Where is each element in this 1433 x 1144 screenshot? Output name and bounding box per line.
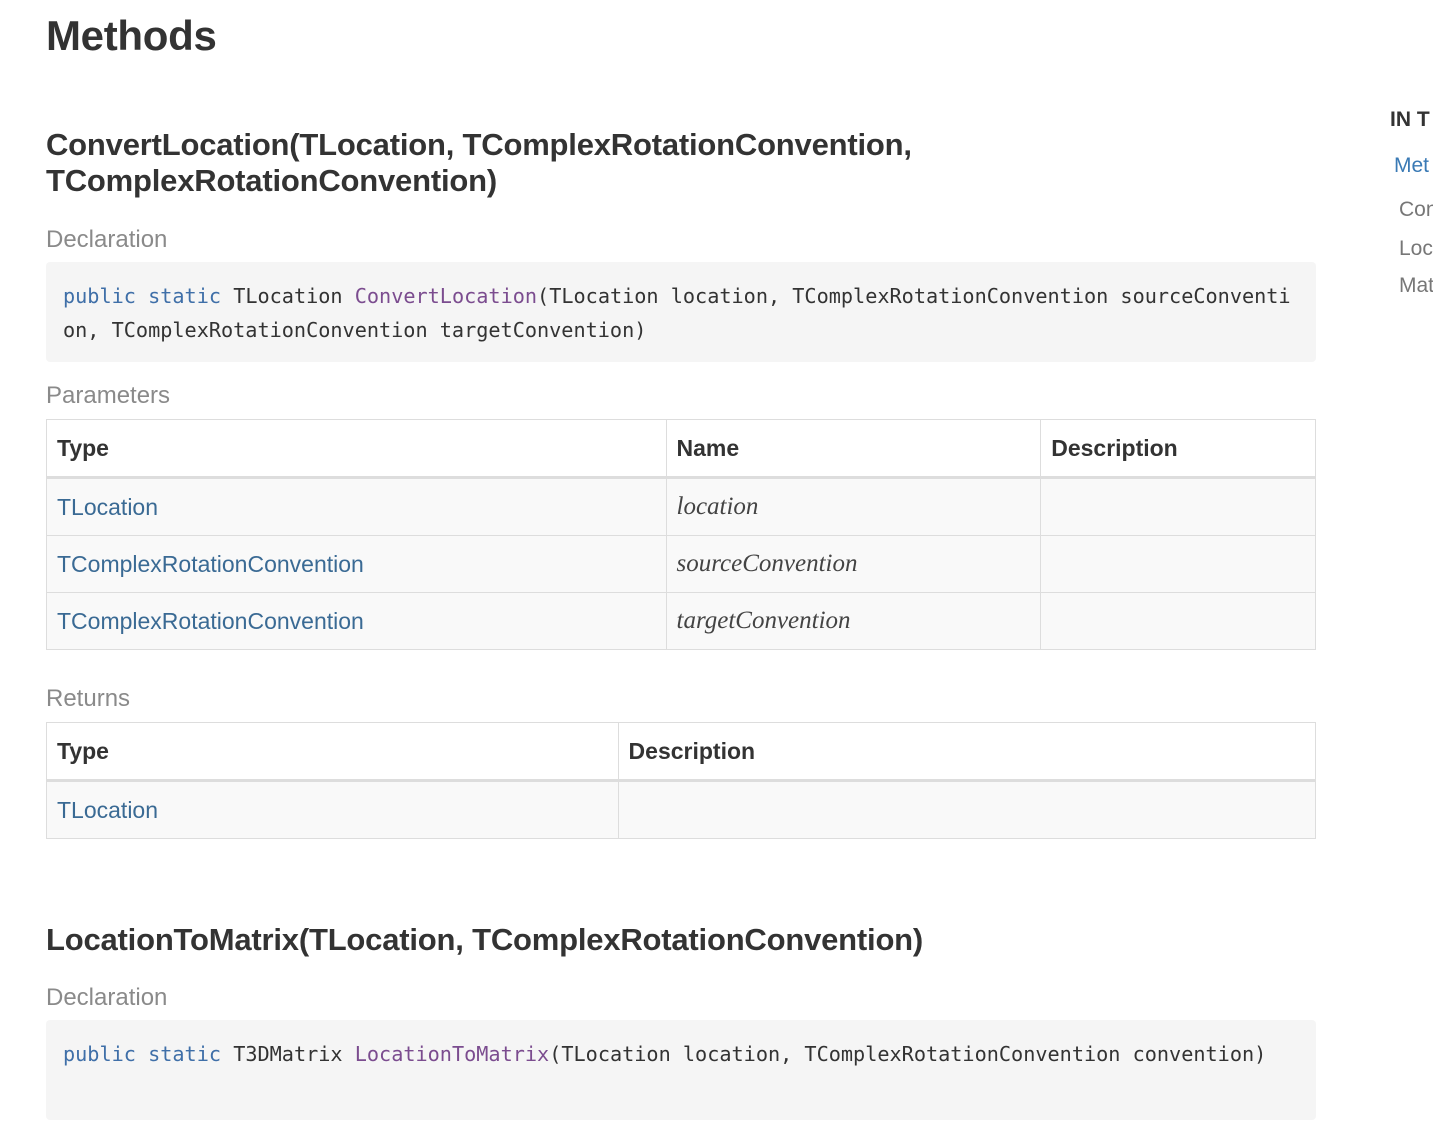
table-header-row: Type Name Description xyxy=(46,419,1316,479)
param-name-cell: location xyxy=(665,477,1042,536)
table-row: TComplexRotationConvention targetConvent… xyxy=(46,592,1316,650)
code-method-name: LocationToMatrix xyxy=(354,1042,550,1066)
toc-heading: IN T xyxy=(1390,108,1430,131)
page-title: Methods xyxy=(46,12,217,59)
toc-item-convertlocation[interactable]: Con xyxy=(1399,198,1433,222)
param-description-cell xyxy=(1040,535,1316,593)
code-method-name: ConvertLocation xyxy=(354,284,538,308)
return-type-cell: TLocation xyxy=(46,780,619,839)
code-declaration-locationtomatrix[interactable]: public static T3DMatrix LocationToMatrix… xyxy=(46,1020,1316,1120)
column-header-description: Description xyxy=(1040,419,1316,479)
code-arguments: (TLocation location, TComplexRotationCon… xyxy=(549,1042,1267,1066)
table-row: TLocation xyxy=(46,780,1317,839)
declaration-label: Declaration xyxy=(46,984,168,1011)
table-row: TComplexRotationConvention sourceConvent… xyxy=(46,535,1316,593)
type-link[interactable]: TComplexRotationConvention xyxy=(57,608,364,634)
parameters-table: Type Name Description TLocation location… xyxy=(46,419,1316,650)
method-title-convertlocation: ConvertLocation(TLocation, TComplexRotat… xyxy=(46,127,912,198)
type-link[interactable]: TLocation xyxy=(57,797,158,823)
param-name: sourceConvention xyxy=(676,550,858,577)
column-header-type: Type xyxy=(46,722,619,782)
toc-item-matrix[interactable]: Mat xyxy=(1399,274,1433,298)
param-type-cell: TLocation xyxy=(46,477,667,536)
table-row: TLocation location xyxy=(46,477,1316,536)
param-type-cell: TComplexRotationConvention xyxy=(46,535,667,593)
toc-item-locationtomatrix[interactable]: Loc xyxy=(1399,237,1433,261)
param-name: targetConvention xyxy=(676,607,851,634)
column-header-description: Description xyxy=(617,722,1317,782)
toc-item-methods[interactable]: Met xyxy=(1394,154,1429,178)
method-title-locationtomatrix: LocationToMatrix(TLocation, TComplexRota… xyxy=(46,922,924,957)
table-header-row: Type Description xyxy=(46,722,1317,782)
code-keyword-public: public xyxy=(63,1042,136,1066)
table-of-contents: IN T Met Con Loc Mat xyxy=(1390,100,1433,320)
code-keyword-public: public xyxy=(63,284,136,308)
returns-label: Returns xyxy=(46,685,131,712)
return-description-cell xyxy=(617,780,1317,839)
param-name-cell: sourceConvention xyxy=(665,535,1042,593)
param-name: location xyxy=(676,493,759,520)
declaration-label: Declaration xyxy=(46,226,168,253)
column-header-type: Type xyxy=(46,419,667,479)
code-return-type: T3DMatrix xyxy=(233,1042,343,1066)
code-return-type: TLocation xyxy=(233,284,343,308)
code-keyword-static: static xyxy=(148,1042,222,1066)
param-type-cell: TComplexRotationConvention xyxy=(46,592,667,650)
type-link[interactable]: TLocation xyxy=(57,494,158,520)
code-keyword-static: static xyxy=(148,284,222,308)
type-link[interactable]: TComplexRotationConvention xyxy=(57,551,364,577)
returns-table: Type Description TLocation xyxy=(46,722,1317,839)
column-header-name: Name xyxy=(665,419,1042,479)
param-description-cell xyxy=(1040,477,1316,536)
parameters-label: Parameters xyxy=(46,382,171,409)
code-declaration-convertlocation[interactable]: public static TLocation ConvertLocation(… xyxy=(46,262,1316,362)
param-description-cell xyxy=(1040,592,1316,650)
param-name-cell: targetConvention xyxy=(665,592,1042,650)
